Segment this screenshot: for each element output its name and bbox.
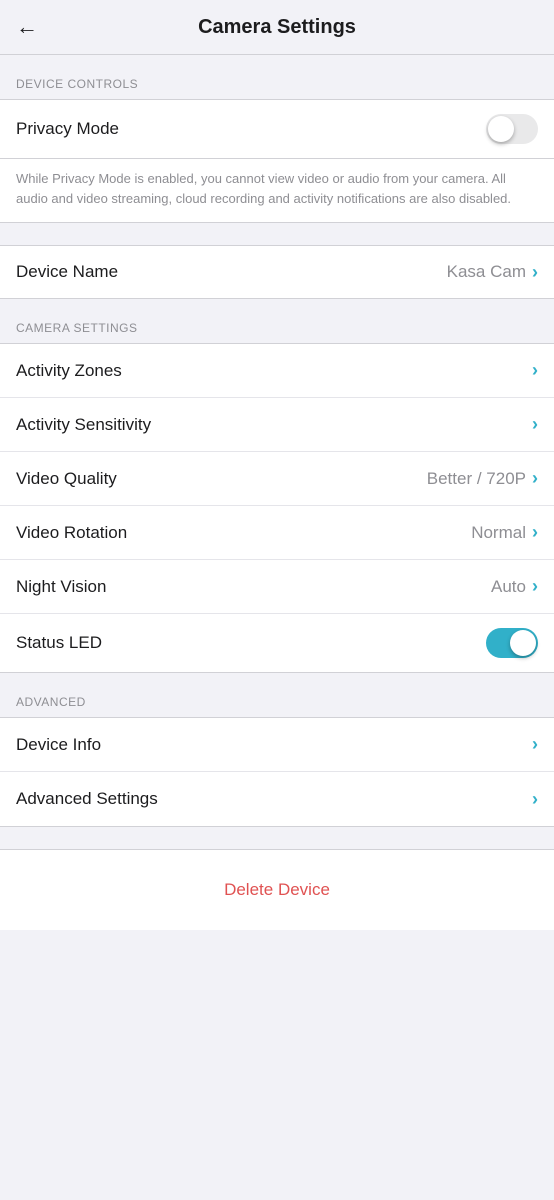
advanced-settings-chevron: › xyxy=(532,789,538,810)
activity-sensitivity-row[interactable]: Activity Sensitivity › xyxy=(0,398,554,452)
advanced-list: Device Info › Advanced Settings › xyxy=(0,717,554,827)
header: ← Camera Settings xyxy=(0,0,554,55)
video-quality-chevron: › xyxy=(532,468,538,489)
device-name-right: Kasa Cam › xyxy=(447,262,538,283)
page-title: Camera Settings xyxy=(50,16,504,39)
device-name-value: Kasa Cam xyxy=(447,262,526,282)
night-vision-row[interactable]: Night Vision Auto › xyxy=(0,560,554,614)
device-info-row[interactable]: Device Info › xyxy=(0,718,554,772)
device-info-chevron: › xyxy=(532,734,538,755)
advanced-settings-row[interactable]: Advanced Settings › xyxy=(0,772,554,826)
device-info-label: Device Info xyxy=(16,735,101,755)
video-rotation-value: Normal xyxy=(471,523,526,543)
night-vision-value: Auto xyxy=(491,577,526,597)
video-quality-row[interactable]: Video Quality Better / 720P › xyxy=(0,452,554,506)
video-rotation-label: Video Rotation xyxy=(16,523,127,543)
device-controls-list: Privacy Mode xyxy=(0,99,554,159)
camera-settings-list: Activity Zones › Activity Sensitivity › … xyxy=(0,343,554,673)
activity-zones-chevron: › xyxy=(532,360,538,381)
night-vision-right: Auto › xyxy=(491,576,538,597)
privacy-mode-label: Privacy Mode xyxy=(16,119,119,139)
back-button[interactable]: ← xyxy=(16,14,38,40)
advanced-settings-right: › xyxy=(532,789,538,810)
device-name-chevron: › xyxy=(532,262,538,283)
status-led-toggle[interactable] xyxy=(486,628,538,658)
camera-settings-section: Camera Settings Activity Zones › Activit… xyxy=(0,299,554,673)
activity-sensitivity-right: › xyxy=(532,414,538,435)
camera-settings-label: Camera Settings xyxy=(0,321,554,343)
device-info-right: › xyxy=(532,734,538,755)
privacy-mode-toggle[interactable] xyxy=(486,114,538,144)
gap-1 xyxy=(0,223,554,245)
video-quality-label: Video Quality xyxy=(16,469,117,489)
delete-section: Delete Device xyxy=(0,849,554,930)
status-led-row[interactable]: Status LED xyxy=(0,614,554,672)
privacy-mode-description: While Privacy Mode is enabled, you canno… xyxy=(0,159,554,223)
video-quality-right: Better / 720P › xyxy=(427,468,538,489)
activity-sensitivity-chevron: › xyxy=(532,414,538,435)
device-name-label: Device Name xyxy=(16,262,118,282)
device-controls-label: Device Controls xyxy=(0,77,554,99)
video-rotation-chevron: › xyxy=(532,522,538,543)
activity-zones-label: Activity Zones xyxy=(16,361,122,381)
privacy-mode-row[interactable]: Privacy Mode xyxy=(0,100,554,158)
night-vision-chevron: › xyxy=(532,576,538,597)
status-led-thumb xyxy=(510,630,536,656)
device-controls-section: Device Controls Privacy Mode While Priva… xyxy=(0,55,554,223)
status-led-label: Status LED xyxy=(16,633,102,653)
activity-sensitivity-label: Activity Sensitivity xyxy=(16,415,151,435)
advanced-section: Advanced Device Info › Advanced Settings… xyxy=(0,673,554,827)
delete-device-button[interactable]: Delete Device xyxy=(224,880,330,900)
advanced-settings-label: Advanced Settings xyxy=(16,789,158,809)
video-quality-value: Better / 720P xyxy=(427,469,526,489)
device-name-row[interactable]: Device Name Kasa Cam › xyxy=(0,245,554,299)
toggle-thumb xyxy=(488,116,514,142)
night-vision-label: Night Vision xyxy=(16,577,106,597)
video-rotation-right: Normal › xyxy=(471,522,538,543)
activity-zones-row[interactable]: Activity Zones › xyxy=(0,344,554,398)
advanced-label: Advanced xyxy=(0,695,554,717)
video-rotation-row[interactable]: Video Rotation Normal › xyxy=(0,506,554,560)
activity-zones-right: › xyxy=(532,360,538,381)
